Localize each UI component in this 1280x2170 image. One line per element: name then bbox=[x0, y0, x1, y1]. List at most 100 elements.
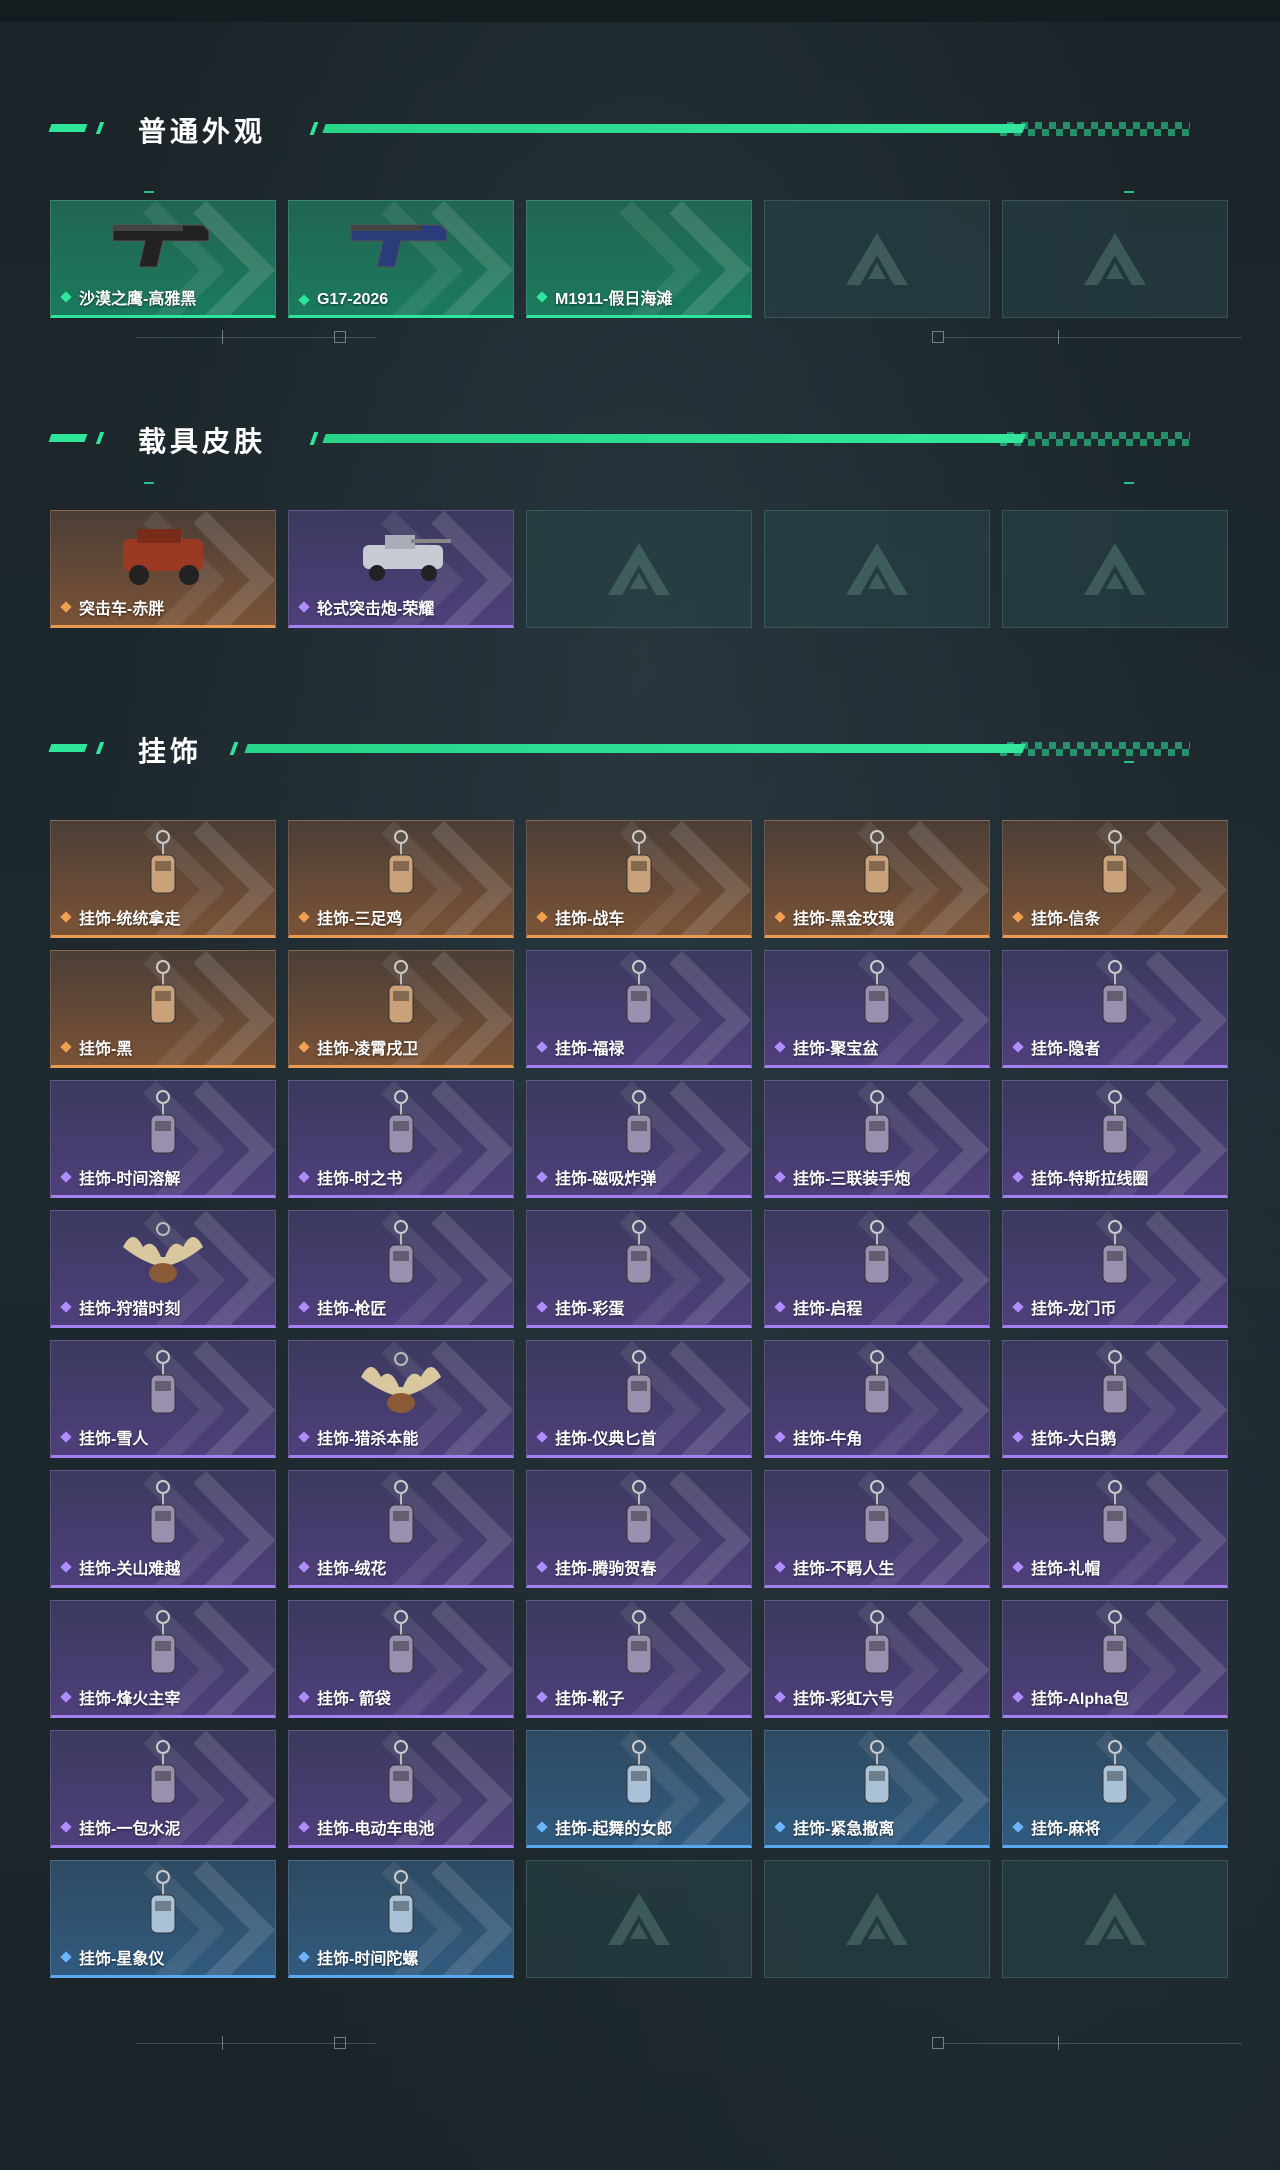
rarity-diamond-icon bbox=[773, 1560, 787, 1574]
item-tile[interactable]: 挂饰-启程 bbox=[764, 1210, 990, 1328]
item-tile[interactable]: 挂饰-起舞的女郎 bbox=[526, 1730, 752, 1848]
rarity-diamond-icon bbox=[59, 1560, 73, 1574]
pistol-icon bbox=[579, 207, 699, 287]
item-label: 挂饰-统统拿走 bbox=[79, 911, 181, 928]
charm-icon bbox=[626, 1090, 652, 1154]
item-tile[interactable]: 挂饰-靴子 bbox=[526, 1600, 752, 1718]
item-tile[interactable]: 挂饰-一包水泥 bbox=[50, 1730, 276, 1848]
charm-icon bbox=[150, 1740, 176, 1804]
pistol-black-icon bbox=[112, 224, 210, 268]
item-tile[interactable]: 挂饰-雪人 bbox=[50, 1340, 276, 1458]
item-tile[interactable]: 挂饰- 箭袋 bbox=[288, 1600, 514, 1718]
item-tile[interactable]: 挂饰-黑金玫瑰 bbox=[764, 820, 990, 938]
item-tile[interactable]: 挂饰-关山难越 bbox=[50, 1470, 276, 1588]
item-label: 挂饰-靴子 bbox=[555, 1691, 625, 1708]
rarity-diamond-icon bbox=[773, 910, 787, 924]
item-label-row: 挂饰-时间溶解 bbox=[59, 1165, 180, 1189]
item-tile[interactable]: 挂饰-福禄 bbox=[526, 950, 752, 1068]
item-tile[interactable]: 挂饰-信条 bbox=[1002, 820, 1228, 938]
item-tile[interactable]: 沙漠之鹰-高雅黑 bbox=[50, 200, 276, 318]
item-label-row: 挂饰-雪人 bbox=[59, 1425, 148, 1449]
item-tile[interactable]: 挂饰-礼帽 bbox=[1002, 1470, 1228, 1588]
item-tile[interactable]: 挂饰-彩蛋 bbox=[526, 1210, 752, 1328]
item-tile[interactable]: 挂饰-特斯拉线圈 bbox=[1002, 1080, 1228, 1198]
item-tile[interactable]: 挂饰-凌霄戌卫 bbox=[288, 950, 514, 1068]
empty-item-slot bbox=[1002, 1860, 1228, 1978]
item-tile[interactable]: 挂饰-黑 bbox=[50, 950, 276, 1068]
item-label: 挂饰-礼帽 bbox=[1031, 1561, 1101, 1578]
item-tile[interactable]: 挂饰-牛角 bbox=[764, 1340, 990, 1458]
item-tile[interactable]: 挂饰-聚宝盆 bbox=[764, 950, 990, 1068]
item-label-row: 挂饰-黑 bbox=[59, 1035, 132, 1059]
item-tile[interactable]: 挂饰-三联装手炮 bbox=[764, 1080, 990, 1198]
assault-vehicle-icon bbox=[123, 529, 203, 585]
section-header-vehicles: 载具皮肤 bbox=[48, 418, 1200, 458]
rarity-diamond-icon bbox=[297, 1820, 311, 1834]
item-tile[interactable]: 挂饰-星象仪 bbox=[50, 1860, 276, 1978]
section-title-weapons: 普通外观 bbox=[138, 116, 267, 147]
charm-icon bbox=[388, 1610, 414, 1674]
rarity-diamond-icon bbox=[773, 1690, 787, 1704]
rarity-diamond-icon bbox=[1011, 1170, 1025, 1184]
item-tile[interactable]: 轮式突击炮-荣耀 bbox=[288, 510, 514, 628]
item-tile[interactable]: 挂饰-战车 bbox=[526, 820, 752, 938]
rarity-diamond-icon bbox=[297, 1690, 311, 1704]
item-tile[interactable]: 挂饰-时间陀螺 bbox=[288, 1860, 514, 1978]
rarity-diamond-icon bbox=[535, 1300, 549, 1314]
item-tile[interactable]: 挂饰-彩虹六号 bbox=[764, 1600, 990, 1718]
item-tile[interactable]: 挂饰-仪典匕首 bbox=[526, 1340, 752, 1458]
item-label-row: 挂饰-时之书 bbox=[297, 1165, 402, 1189]
item-tile[interactable]: 挂饰-紧急撤离 bbox=[764, 1730, 990, 1848]
item-tile[interactable]: 挂饰-麻将 bbox=[1002, 1730, 1228, 1848]
item-tile[interactable]: 挂饰-烽火主宰 bbox=[50, 1600, 276, 1718]
item-tile[interactable]: 挂饰-电动车电池 bbox=[288, 1730, 514, 1848]
rarity-diamond-icon bbox=[59, 910, 73, 924]
item-label-row: 挂饰-隐者 bbox=[1011, 1035, 1100, 1059]
empty-item-slot bbox=[764, 1860, 990, 1978]
header-decoration bbox=[48, 124, 88, 132]
item-tile[interactable]: 挂饰-绒花 bbox=[288, 1470, 514, 1588]
item-tile[interactable]: 挂饰-磁吸炸弹 bbox=[526, 1080, 752, 1198]
item-tile[interactable]: 挂饰-狩猎时刻 bbox=[50, 1210, 276, 1328]
charm-icon bbox=[150, 1480, 176, 1544]
item-tile[interactable]: 挂饰-隐者 bbox=[1002, 950, 1228, 1068]
wheeled-assault-gun-icon bbox=[363, 535, 451, 581]
header-checker-pattern bbox=[1000, 122, 1190, 136]
item-label-row: 挂饰-大白鹅 bbox=[1011, 1425, 1116, 1449]
item-label-row: 挂饰-磁吸炸弹 bbox=[535, 1165, 656, 1189]
item-tile[interactable]: 挂饰-猎杀本能 bbox=[288, 1340, 514, 1458]
item-tile[interactable]: 挂饰-不羁人生 bbox=[764, 1470, 990, 1588]
item-tile[interactable]: 挂饰-统统拿走 bbox=[50, 820, 276, 938]
charm-icon bbox=[388, 1870, 414, 1934]
item-tile[interactable]: 挂饰-大白鹅 bbox=[1002, 1340, 1228, 1458]
item-tile[interactable]: 挂饰-腾驹贺春 bbox=[526, 1470, 752, 1588]
item-tile[interactable]: 挂饰-时之书 bbox=[288, 1080, 514, 1198]
rarity-diamond-icon bbox=[1011, 1560, 1025, 1574]
top-band bbox=[0, 0, 1280, 22]
item-label: 挂饰-特斯拉线圈 bbox=[1031, 1171, 1149, 1188]
charm-icon bbox=[388, 960, 414, 1024]
rarity-diamond-icon bbox=[297, 1950, 311, 1964]
item-label: 挂饰-起舞的女郎 bbox=[555, 1821, 673, 1838]
item-label: 挂饰-启程 bbox=[793, 1301, 863, 1318]
carriage-charm-icon bbox=[626, 1480, 652, 1544]
item-tile[interactable]: G17-2026 bbox=[288, 200, 514, 318]
header-checker-pattern bbox=[1000, 742, 1190, 756]
item-label: 挂饰-时之书 bbox=[317, 1171, 403, 1188]
charm-icon bbox=[1102, 1090, 1128, 1154]
item-tile[interactable]: 挂饰-时间溶解 bbox=[50, 1080, 276, 1198]
item-label: 轮式突击炮-荣耀 bbox=[317, 601, 435, 618]
item-label: 沙漠之鹰-高雅黑 bbox=[79, 291, 197, 308]
item-tile[interactable]: 挂饰-Alpha包 bbox=[1002, 1600, 1228, 1718]
logo-placeholder-icon bbox=[846, 233, 908, 285]
header-accent-line bbox=[244, 744, 1026, 753]
section-corner-mark bbox=[144, 191, 154, 193]
logo-placeholder-icon bbox=[846, 543, 908, 595]
item-tile[interactable]: M1911-假日海滩 bbox=[526, 200, 752, 318]
item-tile[interactable]: 突击车-赤胖 bbox=[50, 510, 276, 628]
rarity-diamond-icon bbox=[535, 1560, 549, 1574]
header-decoration bbox=[95, 122, 105, 134]
item-tile[interactable]: 挂饰-三足鸡 bbox=[288, 820, 514, 938]
item-tile[interactable]: 挂饰-枪匠 bbox=[288, 1210, 514, 1328]
item-tile[interactable]: 挂饰-龙门币 bbox=[1002, 1210, 1228, 1328]
